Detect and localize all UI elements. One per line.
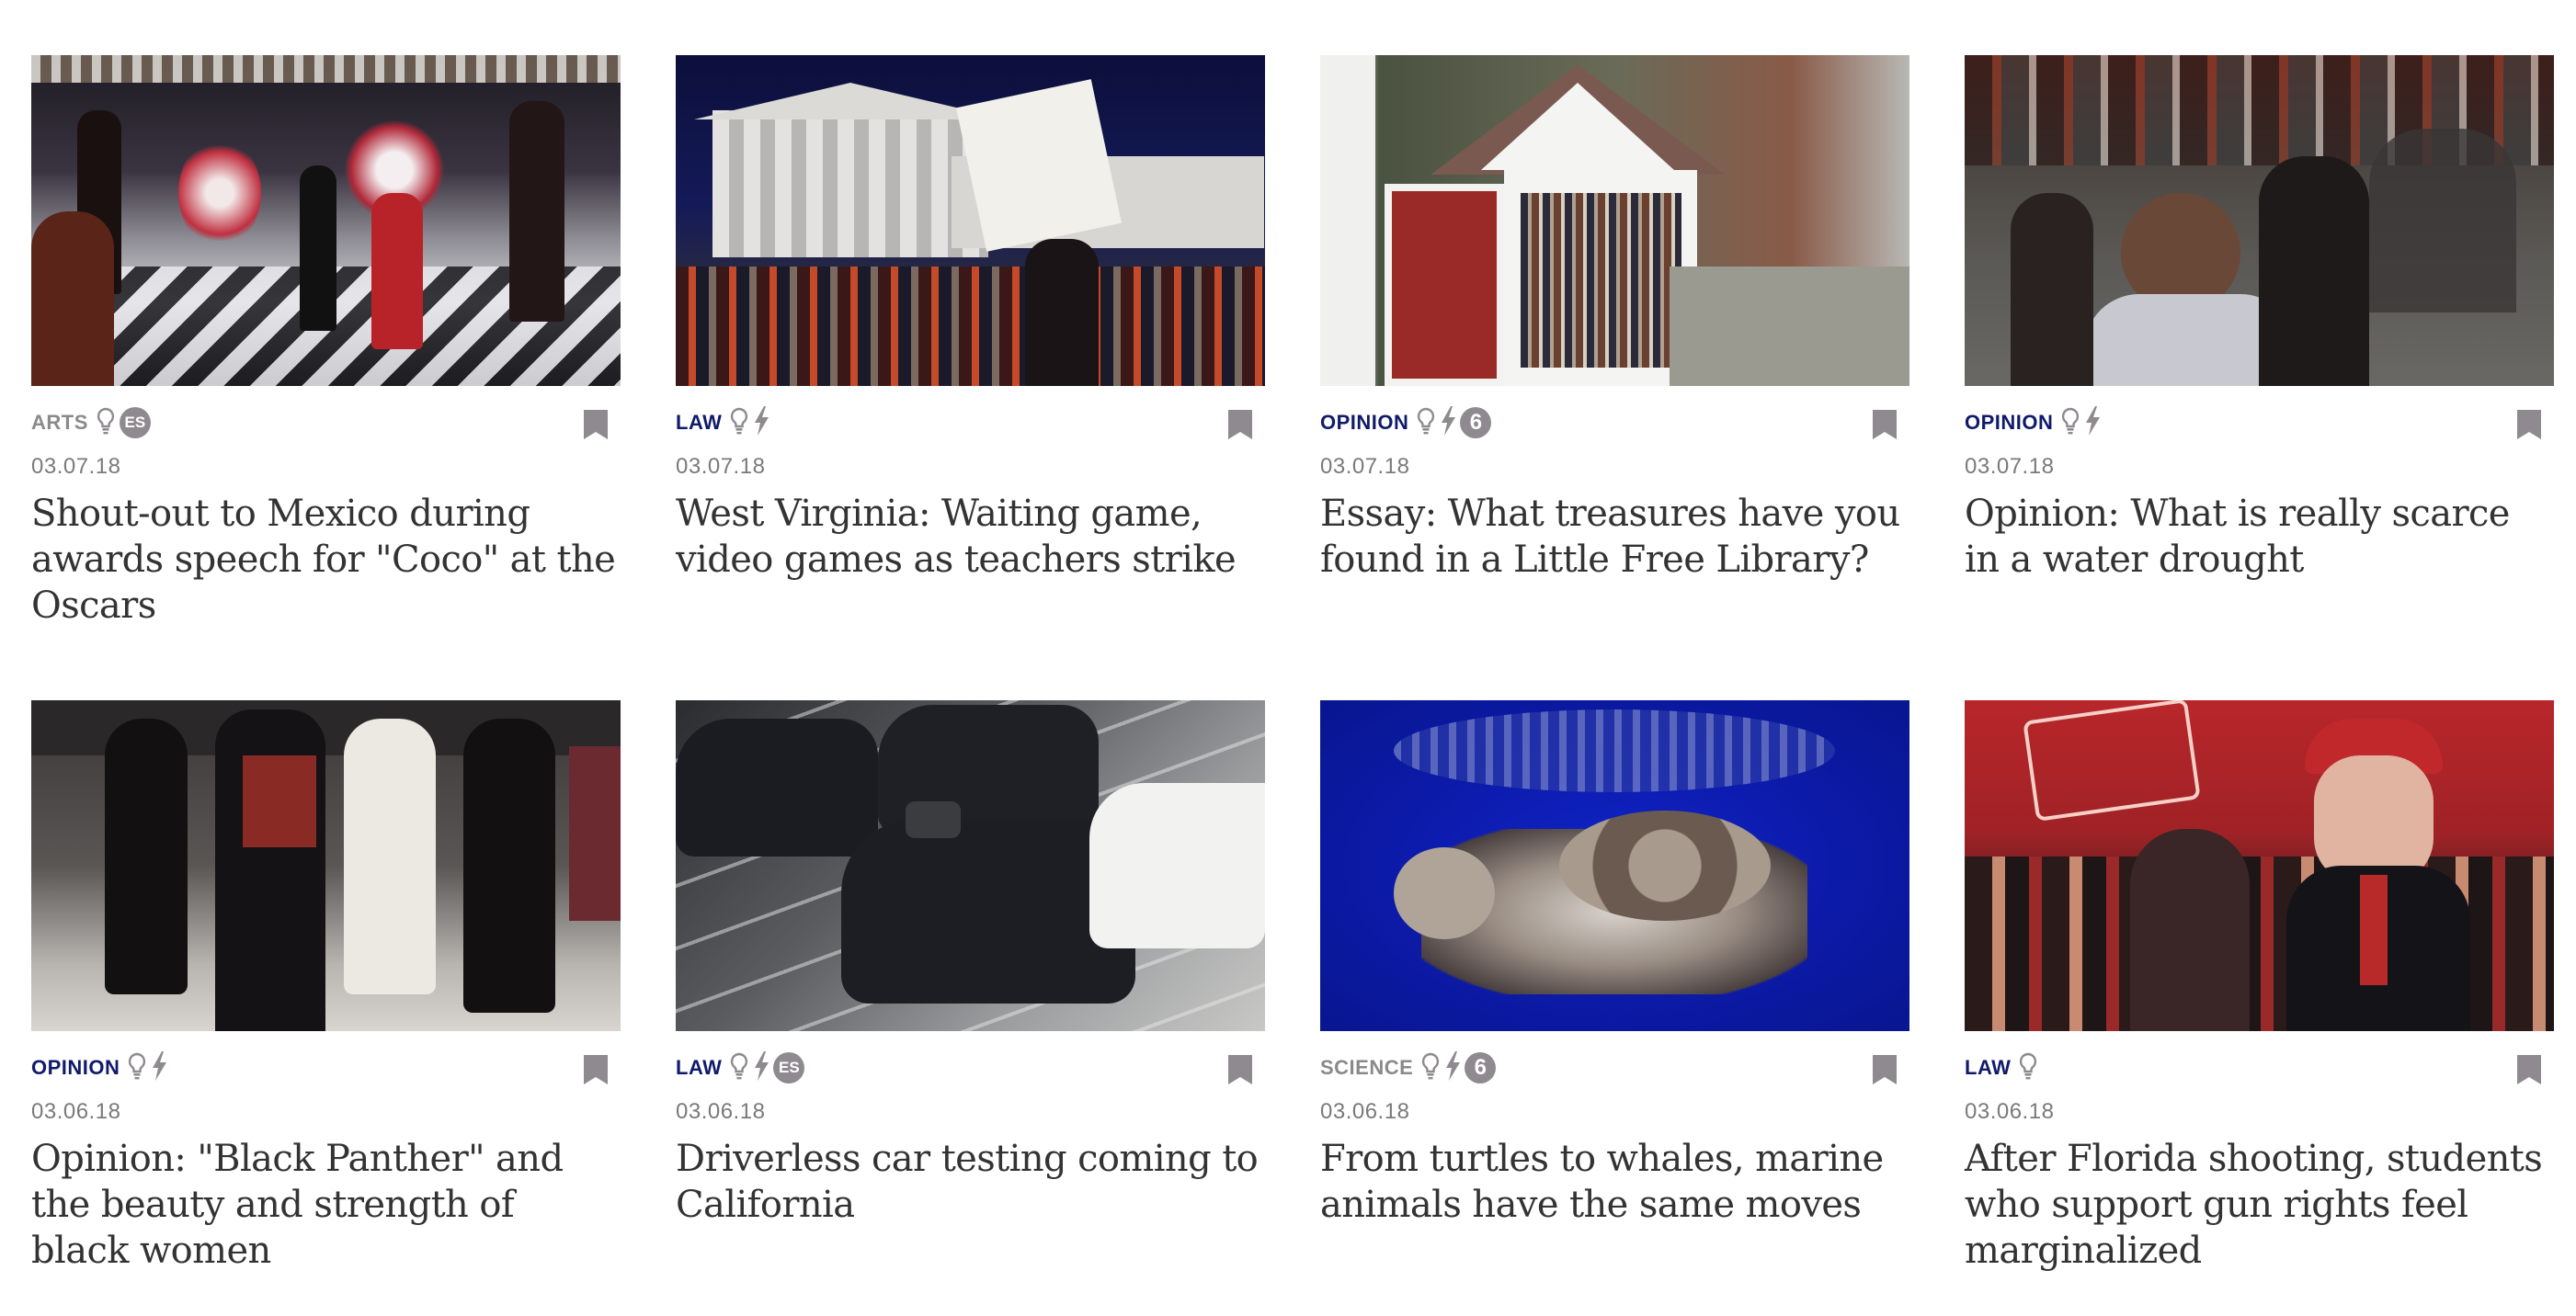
article-date: 03.07.18: [1965, 454, 2055, 479]
bookmark-icon[interactable]: [1873, 410, 1897, 443]
bookmark-icon[interactable]: [584, 410, 608, 443]
article-date: 03.06.18: [676, 1099, 766, 1124]
article-title[interactable]: Shout-out to Mexico during awards speech…: [31, 491, 621, 629]
lightning-icon: [1444, 1051, 1461, 1084]
category-label[interactable]: OPINION: [31, 1056, 120, 1080]
article-title[interactable]: Opinion: "Black Panther" and the beauty …: [31, 1136, 621, 1274]
category-label[interactable]: ARTS: [31, 411, 88, 435]
bookmark-icon[interactable]: [584, 1055, 608, 1088]
article-meta: LAW ES: [676, 1042, 1265, 1094]
article-card[interactable]: OPINION 6 03.07.18 Essay: What treasures…: [1320, 55, 1909, 671]
article-card[interactable]: LAW ES 03.06.18 Driverless car testing c…: [676, 700, 1265, 1316]
grade-badge-icon: 6: [1460, 407, 1492, 438]
article-date: 03.06.18: [1965, 1099, 2055, 1124]
article-card[interactable]: LAW 03.06.18 After Florida shooting, stu…: [1965, 700, 2554, 1316]
article-title[interactable]: Driverless car testing coming to Califor…: [676, 1136, 1265, 1228]
article-meta: ARTS ES: [31, 397, 621, 448]
article-card[interactable]: OPINION 03.06.18 Opinion: "Black Panther…: [31, 700, 621, 1316]
article-title[interactable]: West Virginia: Waiting game, video games…: [676, 491, 1265, 583]
article-date: 03.07.18: [1320, 454, 1410, 479]
lightning-icon: [753, 1051, 769, 1084]
article-thumbnail-teachers-strike[interactable]: [676, 55, 1265, 386]
lightbulb-icon: [2018, 1052, 2038, 1083]
lightbulb-icon: [1420, 1052, 1441, 1083]
lightbulb-icon: [1416, 407, 1436, 438]
category-label[interactable]: LAW: [676, 1056, 722, 1080]
language-badge-icon: ES: [773, 1052, 805, 1083]
grade-badge-icon: 6: [1465, 1052, 1497, 1083]
bookmark-icon[interactable]: [2517, 410, 2541, 443]
article-thumbnail-oscars[interactable]: [31, 55, 621, 386]
article-meta: OPINION: [1965, 397, 2554, 448]
article-thumbnail-driverless-cars[interactable]: [676, 700, 1265, 1031]
article-date: 03.07.18: [676, 454, 766, 479]
lightbulb-icon: [2060, 407, 2080, 438]
bookmark-icon[interactable]: [1228, 1055, 1252, 1088]
article-card[interactable]: OPINION 03.07.18 Opinion: What is really…: [1965, 55, 2554, 671]
bookmark-icon[interactable]: [1228, 410, 1252, 443]
article-thumbnail-water-drought[interactable]: [1965, 55, 2554, 386]
article-card[interactable]: SCIENCE 6 03.06.18 From turtles to whale…: [1320, 700, 1909, 1316]
category-label[interactable]: OPINION: [1965, 411, 2053, 435]
lightning-icon: [753, 406, 769, 439]
article-card[interactable]: ARTS ES 03.07.18 Shout-out to Mexico dur…: [31, 55, 621, 671]
article-title[interactable]: From turtles to whales, marine animals h…: [1320, 1136, 1909, 1228]
article-thumbnail-little-free-library[interactable]: [1320, 55, 1909, 386]
article-thumbnail-sea-turtle[interactable]: [1320, 700, 1909, 1031]
article-meta: LAW: [676, 397, 1265, 448]
category-label[interactable]: LAW: [676, 411, 722, 435]
lightbulb-icon: [96, 407, 116, 438]
article-thumbnail-gun-rights-students[interactable]: [1965, 700, 2554, 1031]
article-title[interactable]: Essay: What treasures have you found in …: [1320, 491, 1909, 583]
article-thumbnail-black-panther[interactable]: [31, 700, 621, 1031]
lightbulb-icon: [729, 407, 749, 438]
category-label[interactable]: SCIENCE: [1320, 1056, 1413, 1080]
article-date: 03.06.18: [31, 1099, 121, 1124]
lightning-icon: [151, 1051, 167, 1084]
category-label[interactable]: OPINION: [1320, 411, 1408, 435]
category-label[interactable]: LAW: [1965, 1056, 2011, 1080]
article-meta: OPINION 6: [1320, 397, 1909, 448]
article-grid: ARTS ES 03.07.18 Shout-out to Mexico dur…: [31, 55, 2558, 1287]
lightbulb-icon: [729, 1052, 749, 1083]
bookmark-icon[interactable]: [2517, 1055, 2541, 1088]
article-meta: LAW: [1965, 1042, 2554, 1094]
article-meta: SCIENCE 6: [1320, 1042, 1909, 1094]
lightning-icon: [2084, 406, 2101, 439]
language-badge-icon: ES: [119, 407, 151, 438]
article-card[interactable]: LAW 03.07.18 West Virginia: Waiting game…: [676, 55, 1265, 671]
lightbulb-icon: [127, 1052, 147, 1083]
lightning-icon: [1440, 406, 1456, 439]
article-title[interactable]: After Florida shooting, students who sup…: [1965, 1136, 2554, 1274]
bookmark-icon[interactable]: [1873, 1055, 1897, 1088]
article-title[interactable]: Opinion: What is really scarce in a wate…: [1965, 491, 2554, 583]
article-date: 03.07.18: [31, 454, 121, 479]
article-meta: OPINION: [31, 1042, 621, 1094]
article-date: 03.06.18: [1320, 1099, 1410, 1124]
